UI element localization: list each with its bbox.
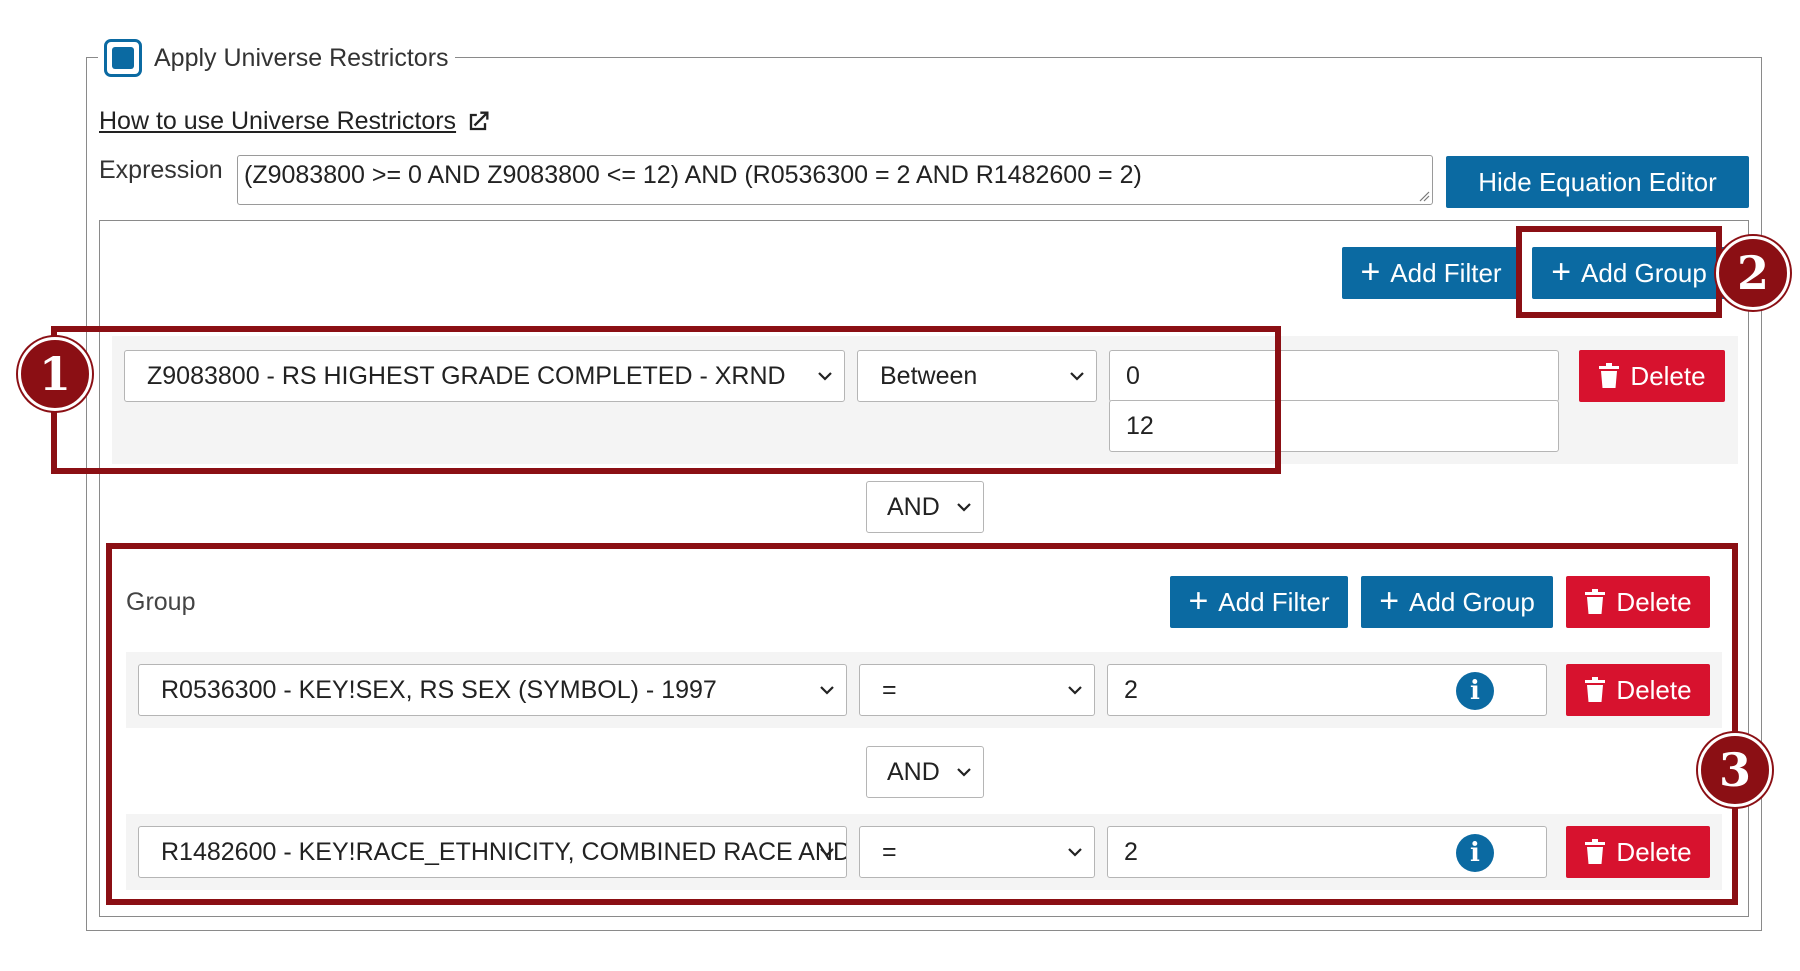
annotation-number: 3 (1718, 743, 1751, 797)
apply-restrictors-checkbox[interactable] (104, 39, 142, 77)
annotation-box-1 (51, 326, 1281, 474)
expression-text: (Z9083800 >= 0 AND Z9083800 <= 12) AND (… (244, 161, 1142, 189)
plus-icon: + (1360, 252, 1381, 291)
delete-filter-button[interactable]: Delete (1579, 350, 1725, 402)
checkbox-checked-mark (112, 47, 134, 69)
annotation-marker-1: 1 (18, 337, 92, 411)
chevron-down-icon (957, 503, 971, 512)
delete-label: Delete (1630, 360, 1706, 391)
annotation-box-2 (1516, 226, 1722, 318)
fieldset-legend: Apply Universe Restrictors (98, 38, 455, 78)
hide-equation-editor-label: Hide Equation Editor (1478, 166, 1717, 197)
add-filter-button[interactable]: + Add Filter (1342, 247, 1520, 299)
annotation-number: 1 (38, 347, 71, 401)
how-to-use-link-text: How to use Universe Restrictors (99, 107, 457, 135)
annotation-marker-2: 2 (1716, 236, 1790, 310)
add-filter-label: Add Filter (1390, 257, 1502, 288)
expression-label: Expression (99, 156, 223, 184)
annotation-number: 2 (1736, 246, 1769, 300)
hide-equation-editor-button[interactable]: Hide Equation Editor (1446, 156, 1749, 208)
expression-textarea[interactable]: (Z9083800 >= 0 AND Z9083800 <= 12) AND (… (237, 155, 1433, 205)
how-to-use-link[interactable]: How to use Universe Restrictors (99, 107, 492, 136)
annotation-marker-3: 3 (1698, 733, 1772, 807)
trash-icon (1599, 363, 1620, 388)
apply-restrictors-label: Apply Universe Restrictors (154, 43, 449, 72)
resize-grip-icon[interactable] (1418, 190, 1430, 202)
logic-connector-select[interactable]: AND (866, 481, 984, 533)
annotation-box-3 (106, 543, 1738, 905)
external-link-icon (469, 111, 489, 130)
